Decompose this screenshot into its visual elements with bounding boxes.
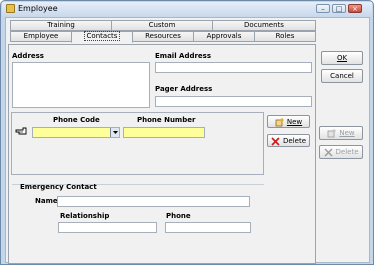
phone-new-label: New <box>286 118 303 126</box>
pager-address-label: Pager Address <box>155 85 213 93</box>
employee-app-icon <box>6 4 15 13</box>
tab-approvals-label: Approvals <box>206 32 242 40</box>
side-delete-label: Delete <box>335 148 359 156</box>
tab-employee-label: Employee <box>23 32 59 40</box>
relationship-field[interactable] <box>58 222 157 233</box>
maximize-button[interactable]: □ <box>332 4 346 13</box>
phone-label: Phone <box>166 212 191 220</box>
phone-code-select[interactable] <box>32 127 120 138</box>
phone-new-button[interactable]: New <box>267 115 310 128</box>
side-new-button[interactable]: New <box>319 126 363 140</box>
new-record-icon <box>275 117 284 127</box>
title-bar[interactable]: Employee – □ × <box>2 2 372 17</box>
tab-custom-label: Custom <box>148 21 176 29</box>
close-button[interactable]: × <box>348 4 362 13</box>
delete-x-icon <box>324 148 333 157</box>
phone-grid: Phone Code Phone Number <box>11 112 264 175</box>
emergency-contact-label: Emergency Contact <box>20 183 97 191</box>
phone-number-header: Phone Number <box>137 116 196 124</box>
cancel-label: Cancel <box>330 72 354 80</box>
side-delete-button[interactable]: Delete <box>319 145 363 159</box>
phone-delete-label: Delete <box>283 137 306 145</box>
tab-resources[interactable]: Resources <box>132 31 194 42</box>
tab-custom[interactable]: Custom <box>111 20 213 31</box>
tab-training[interactable]: Training <box>10 20 112 31</box>
tab-roles[interactable]: Roles <box>254 31 316 42</box>
phone-code-header: Phone Code <box>53 116 100 124</box>
phone-delete-button[interactable]: Delete <box>267 134 310 147</box>
tab-contacts[interactable]: Contacts <box>71 31 133 43</box>
emergency-phone-field[interactable] <box>165 222 251 233</box>
tab-approvals[interactable]: Approvals <box>193 31 255 42</box>
relationship-label: Relationship <box>60 212 110 220</box>
tab-documents[interactable]: Documents <box>212 20 316 31</box>
ok-button[interactable]: OK <box>321 51 363 65</box>
row-pointer-hand-icon <box>15 126 29 136</box>
emergency-name-field[interactable] <box>57 196 250 207</box>
ok-label: OK <box>336 54 348 62</box>
pager-address-field[interactable] <box>155 96 312 107</box>
email-address-label: Email Address <box>155 52 212 60</box>
phone-number-field[interactable] <box>123 127 205 138</box>
dropdown-arrow-icon[interactable] <box>110 128 119 137</box>
address-textarea[interactable] <box>12 62 150 108</box>
cancel-button[interactable]: Cancel <box>321 69 363 83</box>
delete-x-icon <box>271 136 280 146</box>
address-label: Address <box>12 52 44 60</box>
tab-roles-label: Roles <box>275 32 295 40</box>
tab-documents-label: Documents <box>244 21 284 29</box>
employee-window: Employee – □ × Training Custom Documents… <box>0 0 374 265</box>
tab-employee[interactable]: Employee <box>10 31 72 42</box>
side-new-label: New <box>339 129 355 137</box>
window-title: Employee <box>18 4 58 13</box>
tab-training-label: Training <box>47 21 75 29</box>
name-label: Name <box>35 197 58 205</box>
minimize-button[interactable]: – <box>316 4 330 13</box>
new-record-icon <box>327 128 336 138</box>
email-address-field[interactable] <box>155 62 312 73</box>
tab-contacts-label: Contacts <box>83 31 121 41</box>
tab-resources-label: Resources <box>145 32 181 40</box>
